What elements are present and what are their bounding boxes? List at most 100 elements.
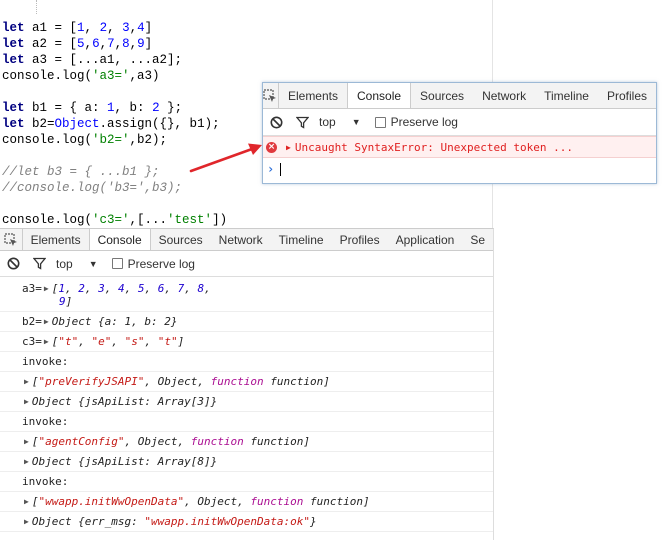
- console-prompt[interactable]: ›: [263, 158, 656, 180]
- console-line[interactable]: a3= ▶ [1, 2, 3, 4, 5, 6, 7, 8, 9]: [0, 277, 493, 312]
- code-token: 'a3=': [92, 69, 130, 83]
- array-sep: ,: [78, 335, 92, 348]
- console-line[interactable]: invoke:: [0, 412, 493, 432]
- array-sep: ,: [204, 282, 211, 295]
- function-name: function: [303, 495, 363, 508]
- inspect-icon[interactable]: [0, 229, 23, 250]
- code-block[interactable]: let a1 = [1, 2, 3,4] let a2 = [5,6,7,8,9]…: [2, 20, 227, 228]
- tab-application[interactable]: Application: [388, 229, 463, 250]
- array-sep: ,: [111, 335, 125, 348]
- context-selector[interactable]: top: [319, 115, 336, 129]
- console-line[interactable]: b2= ▶ Object {a: 1, b: 2}: [0, 312, 493, 332]
- code-token: , b:: [114, 101, 153, 115]
- code-token: ,: [107, 21, 123, 35]
- object-summary: Object {err_msg:: [31, 515, 145, 528]
- console-line[interactable]: ▶ Object {jsApiList: Array[3]}: [0, 392, 493, 412]
- filter-icon[interactable]: [26, 257, 52, 270]
- tab-profiles[interactable]: Profiles: [598, 83, 656, 108]
- code-token: let: [2, 21, 25, 35]
- devtools-tabbar: Elements Console Sources Network Timeline Pro…: [0, 229, 493, 251]
- filter-icon[interactable]: [289, 116, 315, 129]
- array-value: 3: [98, 282, 105, 295]
- code-token: let: [2, 53, 25, 67]
- expand-triangle-icon[interactable]: ▶: [24, 455, 29, 468]
- tab-network[interactable]: Network: [211, 229, 271, 250]
- preserve-log-checkbox[interactable]: Preserve log: [111, 257, 195, 271]
- console-line[interactable]: ▶ Object {err_msg: "wwapp.initWwOpenData:…: [0, 512, 493, 532]
- code-token: 'test': [167, 213, 213, 227]
- code-token: ,b2);: [129, 133, 168, 147]
- code-token: 3: [122, 21, 130, 35]
- code-token: 'c3=': [92, 213, 130, 227]
- expand-triangle-icon[interactable]: ▶: [44, 282, 49, 295]
- caret-down-icon[interactable]: ▼: [352, 117, 361, 127]
- caret-down-icon[interactable]: ▼: [89, 259, 98, 269]
- log-prefix: b2=: [22, 315, 42, 328]
- console-line[interactable]: ▶ ["preVerifyJSAPI", Object, function fun…: [0, 372, 493, 392]
- code-token: ,: [129, 21, 138, 35]
- checkbox-box[interactable]: [111, 258, 123, 269]
- expand-triangle-icon[interactable]: ▶: [286, 143, 291, 152]
- console-line[interactable]: ▶ ["wwapp.initWwOpenData", Object, functi…: [0, 492, 493, 512]
- array-sep: ,: [164, 282, 178, 295]
- tab-network[interactable]: Network: [473, 83, 535, 108]
- code-token: 1: [107, 101, 115, 115]
- popup-tabbar: Elements Console Sources Network Timeline Pro…: [263, 83, 656, 109]
- log-text: invoke:: [22, 355, 69, 368]
- devtools-panel: Elements Console Sources Network Timeline Pro…: [0, 228, 494, 540]
- call-name: "agentConfig": [38, 435, 125, 448]
- function-keyword: function: [250, 495, 304, 508]
- console-toolbar: top ▼ Preserve log: [0, 251, 493, 277]
- clear-console-icon[interactable]: [0, 257, 26, 270]
- context-selector[interactable]: top: [56, 257, 73, 271]
- code-line: //console.log('b3=',b3);: [2, 180, 227, 196]
- function-name: function: [243, 435, 304, 448]
- code-token: ]: [144, 21, 153, 35]
- code-token: console.log(: [2, 69, 93, 83]
- call-name: "preVerifyJSAPI": [38, 375, 145, 388]
- expand-triangle-icon[interactable]: ▶: [24, 495, 29, 508]
- expand-triangle-icon[interactable]: ▶: [24, 375, 29, 388]
- expand-triangle-icon[interactable]: ▶: [24, 515, 29, 528]
- checkbox-box[interactable]: [374, 116, 386, 128]
- console-line[interactable]: ▶ Object {jsApiList: Array[8]}: [0, 452, 493, 472]
- inspect-icon[interactable]: [263, 83, 279, 108]
- code-line: let a3 = [...a1, ...a2];: [2, 52, 227, 68]
- console-line[interactable]: c3= ▶ ["t", "e", "s", "t"]: [0, 332, 493, 352]
- expand-triangle-icon[interactable]: ▶: [24, 435, 29, 448]
- tab-console[interactable]: Console: [88, 229, 151, 250]
- tab-timeline[interactable]: Timeline: [535, 83, 598, 108]
- tab-se[interactable]: Se: [462, 229, 493, 250]
- console-output: a3= ▶ [1, 2, 3, 4, 5, 6, 7, 8, 9] b2= ▶ Objec…: [0, 277, 493, 532]
- tab-sources[interactable]: Sources: [151, 229, 211, 250]
- code-token: 2: [99, 21, 108, 35]
- code-line: console.log('c3=',[...'test']): [2, 212, 227, 228]
- call-args: , Object,: [144, 375, 211, 388]
- code-token: ,: [99, 37, 108, 51]
- code-line: let a2 = [5,6,7,8,9]: [2, 36, 227, 52]
- prompt-chevron-icon: ›: [267, 162, 275, 176]
- array-value: "t": [157, 335, 178, 348]
- preserve-log-checkbox[interactable]: Preserve log: [374, 115, 458, 129]
- console-line[interactable]: invoke:: [0, 472, 493, 492]
- tab-elements[interactable]: Elements: [279, 83, 347, 108]
- tab-timeline[interactable]: Timeline: [271, 229, 332, 250]
- tab-console[interactable]: Console: [347, 83, 412, 108]
- error-message-row[interactable]: × ▶ Uncaught SyntaxError: Unexpected tok…: [263, 136, 656, 158]
- array-bracket: ]: [362, 495, 370, 508]
- expand-triangle-icon[interactable]: ▶: [44, 335, 49, 348]
- blank-area: [494, 0, 670, 540]
- clear-console-icon[interactable]: [263, 116, 289, 129]
- console-line[interactable]: ▶ ["agentConfig", Object, function functi…: [0, 432, 493, 452]
- code-line: let a1 = [1, 2, 3,4]: [2, 20, 227, 36]
- expand-triangle-icon[interactable]: ▶: [24, 395, 29, 408]
- expand-triangle-icon[interactable]: ▶: [44, 315, 49, 328]
- tab-elements[interactable]: Elements: [23, 229, 89, 250]
- code-token: //console.log('b3=',b3);: [2, 181, 183, 195]
- code-token: let: [2, 37, 25, 51]
- code-token: a3 = [...a1, ...a2];: [24, 53, 183, 67]
- tab-profiles[interactable]: Profiles: [332, 229, 388, 250]
- console-line[interactable]: invoke:: [0, 352, 493, 372]
- tab-sources[interactable]: Sources: [411, 83, 473, 108]
